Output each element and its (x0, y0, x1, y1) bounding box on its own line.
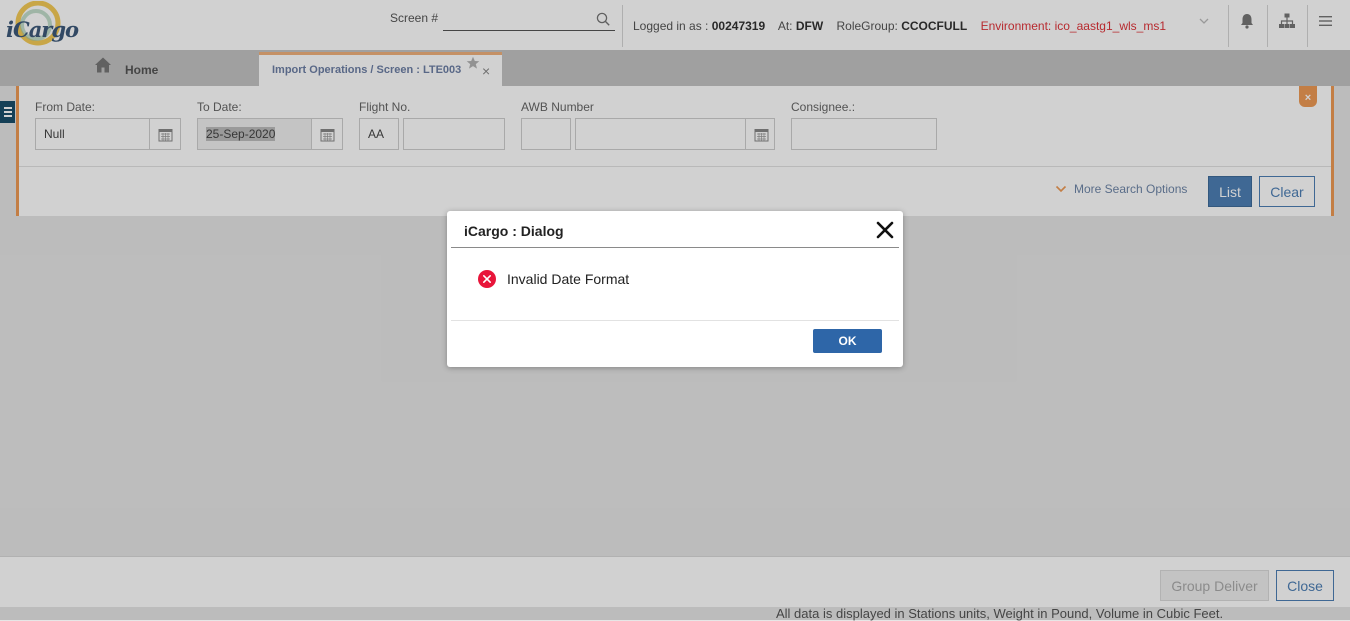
ok-button[interactable]: OK (813, 329, 882, 353)
error-icon (478, 270, 496, 288)
close-icon[interactable] (875, 220, 895, 240)
dialog-message: Invalid Date Format (507, 271, 630, 287)
dialog-header-divider (451, 247, 899, 248)
dialog-title: iCargo : Dialog (464, 223, 564, 239)
dialog-footer-divider (451, 320, 899, 321)
error-dialog: iCargo : Dialog Invalid Date Format OK (447, 211, 903, 367)
